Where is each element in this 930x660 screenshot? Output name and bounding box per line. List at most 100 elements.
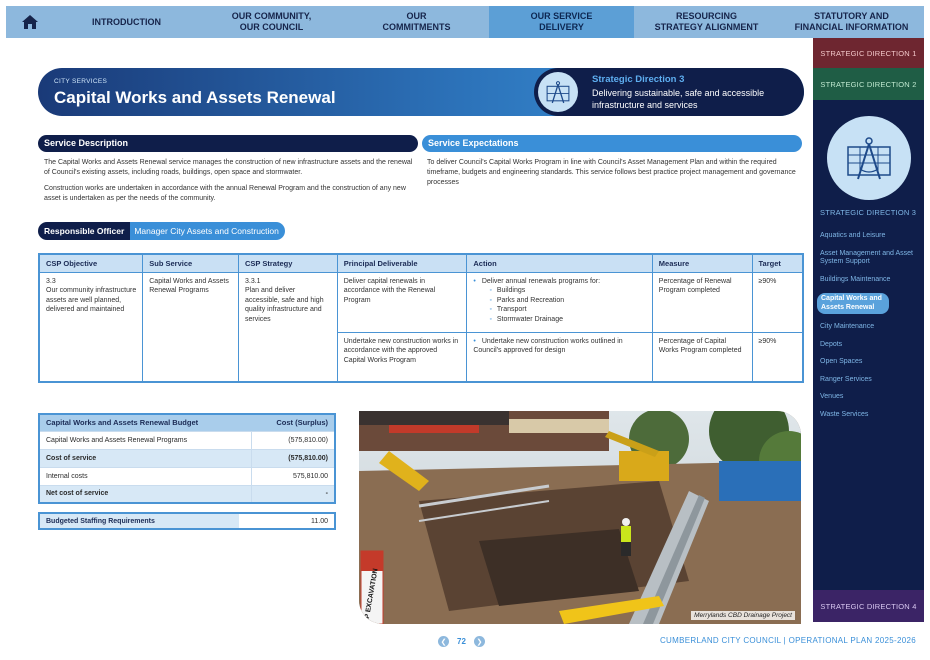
footer-doc: OPERATIONAL PLAN 2025-2026	[788, 636, 916, 645]
strategic-direction-badge: Strategic Direction 3 Delivering sustain…	[534, 68, 804, 116]
list-item: Transport	[489, 305, 645, 315]
table-row: 3.3 Our community infrastructure assets …	[38, 271, 804, 383]
strategic-direction-2-tab[interactable]: STRATEGIC DIRECTION 2	[813, 68, 924, 100]
budget-label: Cost of service	[39, 448, 252, 467]
nav-label: COMMITMENTS	[382, 22, 451, 32]
list-item: Stormwater Drainage	[489, 315, 645, 325]
nav-our-commitments[interactable]: OUR COMMITMENTS	[344, 6, 489, 38]
home-button[interactable]	[6, 6, 54, 38]
budget-value: -	[251, 484, 335, 503]
action-text: Deliver annual renewals programs for:	[481, 277, 601, 285]
chevron-right-icon: ❯	[476, 638, 483, 646]
budget-value: 575,810.00	[251, 466, 335, 485]
strategic-direction-1-tab[interactable]: STRATEGIC DIRECTION 1	[813, 38, 924, 68]
measure-cell: Percentage of Capital Works Program comp…	[651, 331, 753, 383]
service-delivery-table: CSP Objective Sub Service CSP Strategy P…	[38, 253, 804, 383]
action-cell: Undertake new construction works outline…	[466, 331, 653, 383]
nav-statutory[interactable]: STATUTORY AND FINANCIAL INFORMATION	[779, 6, 924, 38]
column-header: Action	[466, 253, 653, 273]
nav-label: OUR	[406, 11, 427, 21]
nav-resourcing[interactable]: RESOURCING STRATEGY ALIGNMENT	[634, 6, 779, 38]
next-page-button[interactable]: ❯	[473, 636, 485, 647]
column-header: Principal Deliverable	[336, 253, 468, 273]
sidebar-item-waste-services[interactable]: Waste Services	[820, 411, 920, 420]
deliverable-cell: Undertake new construction works in acco…	[336, 331, 468, 383]
nav-our-service-delivery[interactable]: OUR SERVICE DELIVERY	[489, 6, 634, 38]
sidebar-item-open-spaces[interactable]: Open Spaces	[820, 358, 920, 367]
budget-label: Capital Works and Assets Renewal Program…	[39, 430, 252, 449]
construction-site-illustration: DEEP EXCAVATION	[359, 411, 801, 624]
budget-label: Net cost of service	[39, 484, 252, 503]
table-row: Internal costs 575,810.00	[39, 466, 335, 485]
footer-org: CUMBERLAND CITY COUNCIL	[659, 636, 782, 645]
strategic-direction-3-tab[interactable]: STRATEGIC DIRECTION 3	[820, 208, 916, 217]
column-header: Measure	[651, 253, 753, 273]
service-expectations-heading: Service Expectations	[422, 135, 802, 152]
service-description-para: Construction works are undertaken in acc…	[44, 185, 406, 202]
action-list: Undertake new construction works outline…	[473, 337, 645, 356]
sub-service-cell: Capital Works and Assets Renewal Program…	[142, 271, 239, 383]
csp-strategy-cell: 3.3.1 Plan and deliver accessible, safe …	[237, 271, 338, 383]
sidebar-item-buildings[interactable]: Buildings Maintenance	[820, 276, 920, 285]
service-description-heading: Service Description	[38, 135, 418, 152]
nav-label: STRATEGY ALIGNMENT	[654, 22, 759, 32]
action-text: Undertake new construction works outline…	[473, 337, 623, 355]
deliverable-cell: Deliver capital renewals in accordance w…	[336, 271, 468, 333]
list-item: Deliver annual renewals programs for: Bu…	[473, 277, 645, 325]
responsible-officer-value: Manager City Assets and Construction	[130, 222, 285, 240]
pagination: ❮ 72 ❯	[438, 636, 485, 647]
strategy-text: Plan and deliver accessible, safe and hi…	[244, 287, 324, 323]
sidebar-item-depots[interactable]: Depots	[820, 341, 920, 350]
target-cell: ≥90%	[751, 331, 804, 383]
budget-value: (575,810.00)	[251, 448, 335, 467]
nav-label: RESOURCING	[675, 11, 737, 21]
compass-drafting-icon	[538, 72, 578, 112]
nav-label: OUR SERVICE	[530, 11, 593, 21]
column-header: CSP Strategy	[237, 253, 338, 273]
table-header-row: CSP Objective Sub Service CSP Strategy P…	[38, 253, 804, 273]
page-number: 72	[457, 637, 466, 646]
objective-code: 3.3	[46, 277, 56, 285]
nav-label: STATUTORY AND	[814, 11, 889, 21]
footer-title: CUMBERLAND CITY COUNCIL | OPERATIONAL PL…	[660, 636, 916, 645]
nav-introduction[interactable]: INTRODUCTION	[54, 6, 199, 38]
service-description-body: The Capital Works and Assets Renewal ser…	[44, 158, 418, 210]
sub-item-text: Buildings	[496, 287, 526, 294]
list-item: Buildings	[489, 286, 645, 296]
budget-header-cost: Cost (Surplus)	[251, 414, 335, 431]
nav-our-community[interactable]: OUR COMMUNITY, OUR COUNCIL	[199, 6, 344, 38]
sidebar-item-capital-works[interactable]: Capital Works and Assets Renewal	[817, 293, 889, 314]
previous-page-button[interactable]: ❮	[438, 636, 449, 647]
staffing-value: 11.00	[311, 517, 328, 525]
sub-list: Buildings Parks and Recreation Transport…	[473, 286, 645, 324]
strategic-direction-4-tab[interactable]: STRATEGIC DIRECTION 4	[813, 590, 924, 622]
responsible-officer-label: Responsible Officer	[38, 222, 131, 240]
sidebar-item-ranger-services[interactable]: Ranger Services	[820, 376, 920, 385]
sub-item-text: Parks and Recreation	[496, 296, 565, 304]
service-expectations-body: To deliver Council's Capital Works Progr…	[427, 159, 796, 186]
home-icon	[22, 15, 38, 29]
page-title: Capital Works and Assets Renewal	[54, 88, 336, 107]
service-description-para: The Capital Works and Assets Renewal ser…	[44, 159, 413, 176]
sidebar-item-venues[interactable]: Venues	[820, 393, 920, 402]
sidebar-item-city-maintenance[interactable]: City Maintenance	[820, 323, 920, 332]
nav-label: OUR COUNCIL	[239, 22, 304, 32]
strategy-code: 3.3.1	[244, 277, 261, 285]
column-header: Target	[751, 253, 804, 273]
service-list: Aquatics and Leisure Asset Management an…	[817, 232, 920, 428]
section-eyebrow: CITY SERVICES	[54, 78, 108, 85]
nav-label: DELIVERY	[539, 22, 584, 32]
budget-header-row: Capital Works and Assets Renewal Budget …	[39, 414, 335, 431]
target-cell: ≥90%	[751, 271, 804, 333]
sidebar-item-asset-management[interactable]: Asset Management and Asset System Suppor…	[820, 250, 920, 267]
csp-objective-cell: 3.3 Our community infrastructure assets …	[38, 271, 144, 383]
staffing-table: Budgeted Staffing Requirements 11.00	[38, 512, 336, 530]
compass-drafting-icon	[827, 116, 911, 200]
nav-label: INTRODUCTION	[92, 16, 161, 27]
page-header-banner: CITY SERVICES Capital Works and Assets R…	[38, 68, 804, 116]
budget-header-label: Capital Works and Assets Renewal Budget	[39, 414, 252, 431]
chevron-left-icon: ❮	[440, 638, 447, 646]
budget-value: (575,810.00)	[251, 430, 335, 449]
sidebar-item-aquatics[interactable]: Aquatics and Leisure	[820, 232, 920, 241]
action-list: Deliver annual renewals programs for: Bu…	[473, 277, 645, 325]
